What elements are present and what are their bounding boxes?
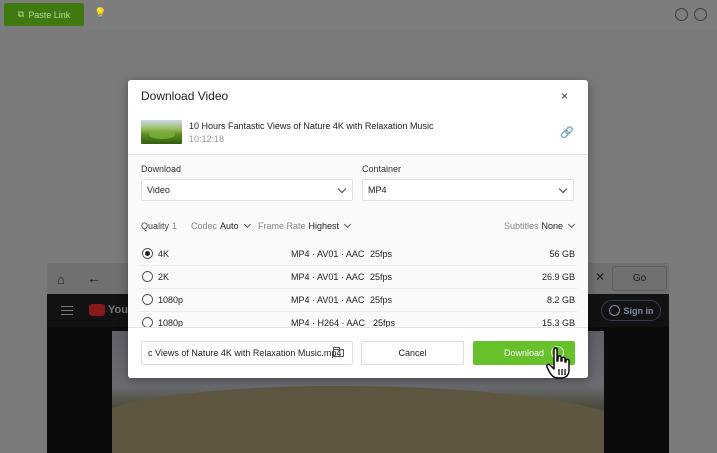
video-info: 10 Hours Fantastic Views of Nature 4K wi… [128, 112, 588, 155]
container-select[interactable]: MP4 [362, 179, 574, 201]
paste-icon: ⧉ [17, 9, 25, 19]
download-type-select[interactable]: Video [141, 179, 353, 201]
user-icon [608, 305, 620, 316]
filename-field[interactable]: c Views of Nature 4K with Relaxation Mus… [141, 341, 353, 365]
cancel-button[interactable]: Cancel [361, 341, 464, 365]
chevron-down-icon [243, 220, 251, 229]
home-icon[interactable]: ⌂ [57, 272, 65, 287]
subtitles-option[interactable]: Subtitles None [504, 220, 576, 231]
codec-option[interactable]: Codec Auto [191, 220, 251, 231]
chevron-down-icon [568, 220, 576, 229]
framerate-label: Frame Rate [258, 221, 306, 231]
folder-icon[interactable] [333, 347, 344, 357]
codec-value: Auto [220, 221, 239, 231]
format-size: 56 GB [549, 249, 575, 259]
radio-button[interactable] [142, 248, 153, 259]
bulb-icon[interactable]: 💡 [94, 8, 110, 22]
download-type-label: Download [141, 164, 182, 174]
paste-link-button[interactable]: ⧉ Paste Link [4, 3, 84, 26]
format-codecs: MP4 · AV01 · AAC [291, 295, 365, 305]
dialog-body: Download Video Container MP4 Quality 1 C… [128, 155, 588, 328]
format-size: 26.9 GB [541, 272, 575, 282]
format-quality: 1080p [158, 295, 184, 305]
subtitles-value: None [541, 221, 564, 231]
subtitles-label: Subtitles [504, 221, 539, 231]
back-icon[interactable]: ← [87, 270, 101, 286]
dialog-title: Download Video [141, 89, 229, 103]
format-quality: 4K [158, 249, 170, 259]
format-quality: 2K [158, 272, 170, 282]
chevron-down-icon [558, 184, 568, 194]
sign-in-label: Sign in [623, 305, 654, 316]
container-label: Container [362, 164, 402, 174]
format-fps: 25fps [370, 295, 393, 305]
video-title: 10 Hours Fantastic Views of Nature 4K wi… [189, 121, 434, 131]
format-row[interactable]: 1080p MP4 · AV01 · AAC 25fps 8.2 GB [139, 289, 577, 312]
format-row[interactable]: 2K MP4 · AV01 · AAC 25fps 26.9 GB [139, 266, 577, 289]
account-icon[interactable] [694, 8, 707, 21]
dialog-header: Download Video × [128, 80, 588, 112]
hand-cursor-icon [546, 347, 570, 379]
menu-icon[interactable] [61, 306, 73, 315]
go-button[interactable]: Go [612, 266, 667, 291]
settings-icon[interactable] [675, 8, 688, 21]
codec-label: Codec [191, 221, 218, 231]
youtube-logo-icon[interactable] [89, 304, 105, 316]
format-size: 8.2 GB [546, 295, 575, 305]
video-duration: 10:12:18 [189, 134, 225, 144]
format-fps: 25fps [370, 272, 393, 282]
app-toolbar: ⧉ Paste Link 💡 [0, 0, 717, 30]
container-value: MP4 [368, 185, 387, 195]
download-button-label: Download [503, 348, 545, 358]
dialog-footer: c Views of Nature 4K with Relaxation Mus… [128, 327, 588, 378]
sign-in-button[interactable]: Sign in [601, 300, 661, 321]
quality-label: Quality [141, 221, 170, 231]
paste-link-label: Paste Link [28, 9, 71, 20]
download-type-value: Video [147, 185, 170, 195]
framerate-value: Highest [308, 221, 340, 231]
radio-button[interactable] [142, 271, 153, 282]
close-icon[interactable]: ✕ [595, 270, 605, 284]
framerate-option[interactable]: Frame Rate Highest [258, 220, 352, 231]
quality-option[interactable]: Quality 1 [141, 221, 177, 231]
chevron-down-icon [343, 220, 352, 229]
quality-value: 1 [172, 221, 178, 231]
radio-button[interactable] [142, 294, 153, 305]
format-fps: 25fps [370, 249, 393, 259]
video-thumbnail [141, 120, 182, 144]
chevron-down-icon [337, 184, 347, 194]
format-codecs: MP4 · AV01 · AAC [291, 249, 365, 259]
link-icon[interactable]: 🔗 [560, 126, 574, 139]
filename-value: c Views of Nature 4K with Relaxation Mus… [148, 348, 342, 358]
download-dialog: Download Video × 10 Hours Fantastic View… [128, 80, 588, 378]
format-codecs: MP4 · AV01 · AAC [291, 272, 365, 282]
dialog-close-icon[interactable]: × [561, 89, 568, 103]
format-row[interactable]: 4K MP4 · AV01 · AAC 25fps 56 GB [139, 243, 577, 266]
